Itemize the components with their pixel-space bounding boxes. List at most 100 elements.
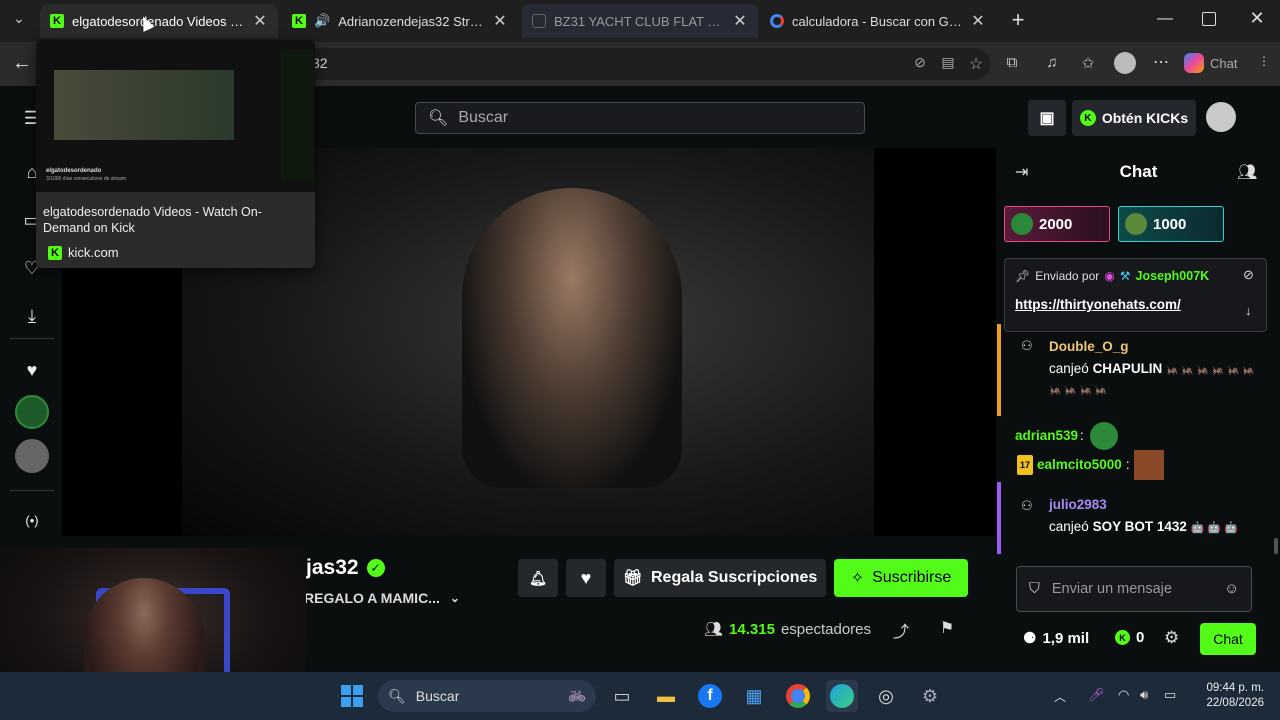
pin-icon: 📌︎ bbox=[1015, 269, 1031, 283]
user-avatar[interactable] bbox=[1206, 102, 1236, 132]
emoji-icon[interactable]: ☺ bbox=[1224, 581, 1239, 597]
pinned-message[interactable]: 📌︎ Enviado por ◉ ⚒ Joseph007K ⊘ https://… bbox=[1004, 258, 1267, 332]
hide-pinned-icon[interactable]: ⊘ bbox=[1243, 267, 1261, 285]
clips-icon[interactable]: ⤓ bbox=[18, 302, 46, 330]
tracking-prevention-icon[interactable]: ⊘ bbox=[910, 54, 930, 74]
close-window-icon[interactable]: ✕ bbox=[1248, 8, 1266, 28]
battery-icon[interactable]: ▭ bbox=[1164, 687, 1182, 705]
chat-username[interactable]: julio2983 bbox=[1049, 496, 1107, 514]
follow-heart-button[interactable]: ♥ bbox=[566, 559, 606, 597]
facebook-icon[interactable]: f bbox=[694, 680, 726, 712]
thumb-channel-sub: 3/1000 días consecutivos de stream bbox=[46, 176, 127, 182]
tab-google-calculadora[interactable]: calculadora - Buscar con Google ✕ bbox=[760, 4, 996, 38]
points-icon: ⚈ bbox=[1023, 630, 1037, 647]
windows-start-icon[interactable] bbox=[336, 680, 368, 712]
redeem-icon: ⚇ bbox=[1021, 338, 1033, 353]
shield-icon: ⛉ bbox=[1029, 581, 1040, 597]
obs-icon[interactable]: ◎ bbox=[870, 680, 902, 712]
redeem-action: canjeó bbox=[1049, 361, 1089, 376]
favorite-star-icon[interactable]: ☆ bbox=[966, 54, 986, 74]
live-broadcast-icon[interactable]: (•) bbox=[18, 506, 46, 534]
chat-settings-icon[interactable]: ⚙ bbox=[1164, 628, 1184, 648]
taskbar-search-placeholder: Buscar bbox=[415, 688, 460, 704]
taskbar-clock[interactable]: 09:44 p. m. 22/08/2026 bbox=[1194, 681, 1264, 711]
subscribe-button[interactable]: ✧ Suscribirse bbox=[834, 559, 968, 597]
edge-icon[interactable] bbox=[826, 680, 858, 712]
kick-favicon-icon: K bbox=[292, 14, 306, 28]
file-explorer-icon[interactable]: ▬ bbox=[650, 680, 682, 712]
send-chat-button[interactable]: Chat bbox=[1200, 623, 1256, 655]
tab-preview-domain-text: kick.com bbox=[68, 245, 119, 260]
speaker-icon[interactable]: 🔊 bbox=[314, 13, 330, 29]
tray-chevron-icon[interactable]: ︿ bbox=[1054, 688, 1070, 704]
gift-subs-button[interactable]: 🎁︎ Regala Suscripciones bbox=[614, 559, 826, 597]
search-icon: 🔍︎ bbox=[388, 687, 406, 704]
chat-username[interactable]: ealmcito5000 bbox=[1037, 456, 1122, 474]
chrome-icon[interactable] bbox=[782, 680, 814, 712]
more-menu-icon[interactable]: ⋯ bbox=[1150, 52, 1172, 74]
sidebar-toggle-icon[interactable]: ⋮ bbox=[1256, 54, 1272, 74]
kicks-balance[interactable]: K 0 bbox=[1115, 629, 1144, 646]
goal-card-1000[interactable]: 1000 bbox=[1118, 206, 1224, 242]
notification-bell-button[interactable]: 🔔︎ bbox=[518, 559, 558, 597]
tab-title: Adrianozendejas32 Stream - Watch Live on… bbox=[338, 13, 484, 29]
mic-icon[interactable]: 🎤︎ bbox=[1088, 687, 1105, 705]
task-view-icon[interactable]: ▭ bbox=[606, 680, 638, 712]
stream-title[interactable]: REGALO A MAMIC... ⌄ bbox=[304, 590, 460, 606]
back-icon[interactable]: ← bbox=[10, 52, 34, 76]
copilot-button[interactable]: Chat bbox=[1184, 50, 1248, 76]
new-tab-icon[interactable]: + bbox=[1006, 8, 1030, 32]
close-tab-icon[interactable]: ✕ bbox=[732, 11, 748, 31]
performance-icon[interactable]: ♫ bbox=[1042, 54, 1062, 74]
tab-list-dropdown[interactable]: ⌄ bbox=[8, 10, 30, 32]
report-icon[interactable]: ⚑ bbox=[936, 618, 958, 640]
close-tab-icon[interactable]: ✕ bbox=[492, 11, 508, 31]
close-tab-icon[interactable]: ✕ bbox=[252, 11, 268, 31]
followed-channel-avatar[interactable] bbox=[15, 439, 49, 473]
thumb-chat bbox=[281, 50, 313, 180]
followed-channel-avatar[interactable] bbox=[15, 395, 49, 429]
channel-name[interactable]: jas32 ✓ bbox=[306, 556, 385, 580]
chat-message-text: canjeó SOY BOT 1432 🤖 🤖 🤖 bbox=[1049, 518, 1261, 537]
heart-icon: ♥ bbox=[580, 567, 592, 588]
wifi-icon[interactable]: ◠ bbox=[1118, 687, 1134, 705]
kick-coin-icon: K bbox=[1079, 110, 1096, 126]
goal-card-2000[interactable]: 2000 bbox=[1004, 206, 1110, 242]
profile-avatar-icon[interactable] bbox=[1114, 52, 1136, 74]
emote-avatar-icon bbox=[1011, 213, 1033, 235]
wallet-button[interactable]: ▣ bbox=[1028, 100, 1066, 136]
share-icon[interactable]: ⤴ bbox=[890, 618, 912, 641]
redeem-reward: SOY BOT 1432 bbox=[1092, 519, 1187, 534]
tab-elgatodesordenado[interactable]: K elgatodesordenado Videos - Watch On-De… bbox=[40, 4, 278, 38]
tab-preview-thumbnail: elgatodesordenado 3/1000 días consecutiv… bbox=[36, 40, 315, 192]
favorites-icon[interactable]: ✩ bbox=[1078, 54, 1098, 74]
kick-favicon-icon: K bbox=[50, 14, 64, 28]
volume-icon[interactable]: 🔊︎ bbox=[1140, 687, 1156, 705]
chat-users-icon[interactable]: 👥︎ bbox=[1237, 162, 1259, 184]
tab-thirtyonehats[interactable]: BZ31 YACHT CLUB FLAT BRIM – THIRTYONEHAT… bbox=[522, 4, 758, 38]
channel-points[interactable]: ⚈ 1,9 mil bbox=[1023, 629, 1089, 648]
store-icon[interactable]: ▦ bbox=[738, 680, 770, 712]
tab-preview-domain: K kick.com bbox=[48, 245, 119, 260]
minimize-icon[interactable]: — bbox=[1156, 10, 1174, 28]
chat-username[interactable]: Double_O_g bbox=[1049, 338, 1129, 356]
taskbar-search[interactable]: 🔍︎ Buscar 🚲︎ bbox=[378, 680, 596, 712]
extensions-icon[interactable]: ⧉ bbox=[1002, 54, 1022, 74]
close-tab-icon[interactable]: ✕ bbox=[970, 11, 986, 31]
pinned-link[interactable]: https://thirtyonehats.com/ bbox=[1015, 297, 1181, 312]
chat-scrollbar[interactable] bbox=[1274, 538, 1278, 554]
search-placeholder: Buscar bbox=[458, 109, 509, 126]
search-input[interactable]: 🔍︎ Buscar bbox=[415, 102, 865, 134]
tab-adrianozendejas32[interactable]: K 🔊 Adrianozendejas32 Stream - Watch Liv… bbox=[282, 4, 518, 38]
restore-icon[interactable] bbox=[1202, 12, 1216, 26]
video-subject bbox=[462, 188, 682, 488]
get-kicks-button[interactable]: K Obtén KICKs bbox=[1072, 100, 1196, 136]
heart-icon[interactable]: ♥ bbox=[18, 356, 46, 384]
chat-username[interactable]: adrian539 bbox=[1015, 427, 1078, 445]
settings-icon[interactable]: ⚙ bbox=[914, 680, 946, 712]
chat-input[interactable]: ⛉ Enviar un mensaje ☺ bbox=[1016, 566, 1252, 612]
address-field[interactable]: 32 bbox=[300, 48, 990, 80]
expand-pinned-icon[interactable]: ↓ bbox=[1245, 303, 1261, 321]
pinned-user[interactable]: Joseph007K bbox=[1136, 269, 1210, 283]
reader-view-icon[interactable]: ▤ bbox=[938, 54, 958, 74]
